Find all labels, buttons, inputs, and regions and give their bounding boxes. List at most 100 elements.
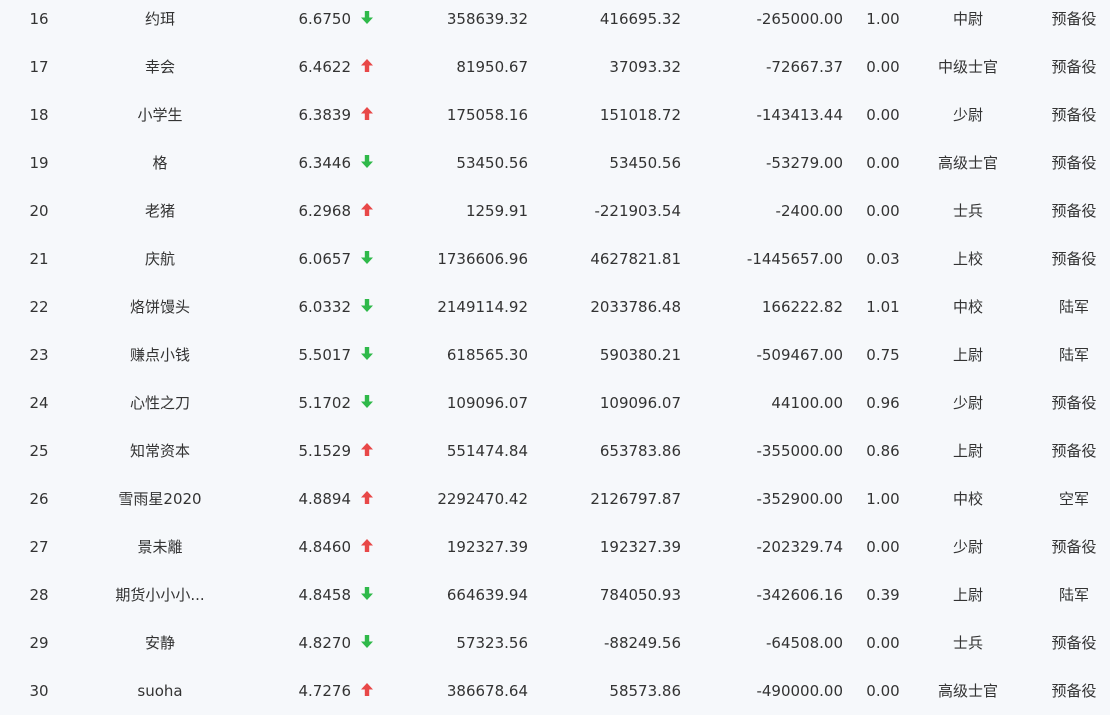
rank-cell: 26 [29, 490, 49, 508]
value1-cell: 358639.32 [446, 10, 528, 28]
value1-cell: 81950.67 [456, 58, 528, 76]
value1-cell: 192327.39 [446, 538, 528, 556]
value1-cell: 175058.16 [446, 106, 528, 124]
ratio-cell: 0.00 [866, 538, 900, 556]
value2-cell: 653783.86 [599, 442, 681, 460]
value3-cell: -342606.16 [756, 586, 843, 604]
military-rank-cell: 中校 [952, 490, 983, 508]
table-row[interactable]: 30 suoha 4.7276 386678.64 58573.86 -490000.00… [0, 667, 1110, 715]
trader-name-cell: suoha [137, 682, 183, 700]
ratio-cell: 0.03 [866, 250, 900, 268]
value2-cell: 590380.21 [599, 346, 681, 364]
military-rank-cell: 中级士官 [937, 58, 998, 76]
trader-name-cell: 烙饼馒头 [129, 298, 190, 316]
score-cell: 4.8458 [298, 586, 352, 604]
value2-cell: 4627821.81 [590, 250, 681, 268]
trader-name-cell: 小学生 [137, 106, 183, 124]
trader-name-cell: 约珥 [144, 10, 175, 28]
rank-cell: 24 [29, 394, 49, 412]
ratio-cell: 0.86 [866, 442, 900, 460]
score-cell: 4.8894 [298, 490, 352, 508]
arrow-down-icon [360, 619, 378, 667]
arrow-up-icon [360, 667, 378, 715]
military-rank-cell: 高级士官 [937, 682, 998, 700]
table-row[interactable]: 26 雪雨星2020 4.8894 2292470.42 2126797.87 -3529… [0, 475, 1110, 523]
branch-cell: 预备役 [1051, 58, 1097, 76]
trader-name-cell: 知常资本 [129, 442, 190, 460]
military-rank-cell: 士兵 [952, 634, 983, 652]
ratio-cell: 0.00 [866, 106, 900, 124]
branch-cell: 陆军 [1058, 586, 1089, 604]
score-cell: 6.0332 [298, 298, 352, 316]
value1-cell: 551474.84 [446, 442, 528, 460]
table-row[interactable]: 16 约珥 6.6750 358639.32 416695.32 -265000.00 1.… [0, 0, 1110, 43]
table-row[interactable]: 20 老猪 6.2968 1259.91 -221903.54 -2400.00 0.00 士… [0, 187, 1110, 235]
value3-cell: -72667.37 [766, 58, 843, 76]
table-row[interactable]: 22 烙饼馒头 6.0332 2149114.92 2033786.48 166222.8… [0, 283, 1110, 331]
value3-cell: -352900.00 [756, 490, 843, 508]
ratio-cell: 1.00 [866, 10, 900, 28]
arrow-up-icon [360, 427, 378, 475]
score-cell: 6.6750 [298, 10, 352, 28]
military-rank-cell: 少尉 [952, 106, 983, 124]
value2-cell: 58573.86 [609, 682, 681, 700]
branch-cell: 预备役 [1051, 10, 1097, 28]
table-row[interactable]: 25 知常资本 5.1529 551474.84 653783.86 -355000.00… [0, 427, 1110, 475]
table-row[interactable]: 19 格 6.3446 53450.56 53450.56 -53279.00 0.00 高级… [0, 139, 1110, 187]
military-rank-cell: 少尉 [952, 394, 983, 412]
value1-cell: 109096.07 [446, 394, 528, 412]
table-row[interactable]: 23 赚点小钱 5.5017 618565.30 590380.21 -509467.00… [0, 331, 1110, 379]
military-rank-cell: 士兵 [952, 202, 983, 220]
value1-cell: 664639.94 [446, 586, 528, 604]
score-cell: 6.4622 [298, 58, 352, 76]
arrow-down-icon [360, 331, 378, 379]
rank-cell: 18 [29, 106, 49, 124]
trader-name-cell: 心性之刀 [129, 394, 190, 412]
value3-cell: -64508.00 [766, 634, 843, 652]
value2-cell: -88249.56 [604, 634, 681, 652]
score-cell: 6.2968 [298, 202, 352, 220]
table-row[interactable]: 29 安静 4.8270 57323.56 -88249.56 -64508.00 0.00… [0, 619, 1110, 667]
value3-cell: -202329.74 [756, 538, 843, 556]
table-row[interactable]: 24 心性之刀 5.1702 109096.07 109096.07 44100.00 0.… [0, 379, 1110, 427]
value3-cell: -265000.00 [756, 10, 843, 28]
ratio-cell: 0.00 [866, 202, 900, 220]
ratio-cell: 0.00 [866, 634, 900, 652]
value2-cell: 784050.93 [599, 586, 681, 604]
trader-name-cell: 雪雨星2020 [118, 490, 202, 508]
ranking-table: 16 约珥 6.6750 358639.32 416695.32 -265000.00 1.… [0, 0, 1110, 715]
branch-cell: 预备役 [1051, 154, 1097, 172]
value3-cell: -143413.44 [756, 106, 843, 124]
value2-cell: 2033786.48 [590, 298, 681, 316]
value3-cell: -490000.00 [756, 682, 843, 700]
arrow-down-icon [360, 139, 378, 187]
military-rank-cell: 上校 [952, 250, 983, 268]
value3-cell: 166222.82 [761, 298, 843, 316]
ratio-cell: 0.00 [866, 154, 900, 172]
value2-cell: 192327.39 [599, 538, 681, 556]
arrow-down-icon [360, 235, 378, 283]
value2-cell: 37093.32 [609, 58, 681, 76]
table-row[interactable]: 21 庆航 6.0657 1736606.96 4627821.81 -1445657.0… [0, 235, 1110, 283]
branch-cell: 预备役 [1051, 682, 1097, 700]
value1-cell: 2292470.42 [437, 490, 528, 508]
arrow-up-icon [360, 91, 378, 139]
rank-cell: 27 [29, 538, 49, 556]
military-rank-cell: 上尉 [952, 346, 983, 364]
score-cell: 6.3446 [298, 154, 352, 172]
ratio-cell: 1.01 [866, 298, 900, 316]
value1-cell: 2149114.92 [437, 298, 528, 316]
table-row[interactable]: 18 小学生 6.3839 175058.16 151018.72 -143413.44 0… [0, 91, 1110, 139]
rank-cell: 22 [29, 298, 49, 316]
value1-cell: 1259.91 [465, 202, 528, 220]
score-cell: 5.5017 [298, 346, 352, 364]
military-rank-cell: 上尉 [952, 586, 983, 604]
score-cell: 5.1529 [298, 442, 352, 460]
table-row[interactable]: 17 幸会 6.4622 81950.67 37093.32 -72667.37 0.00 中… [0, 43, 1110, 91]
rank-cell: 29 [29, 634, 49, 652]
branch-cell: 预备役 [1051, 250, 1097, 268]
table-row[interactable]: 28 期货小小小... 4.8458 664639.94 784050.93 -34260… [0, 571, 1110, 619]
table-row[interactable]: 27 景未離 4.8460 192327.39 192327.39 -202329.74 0… [0, 523, 1110, 571]
score-cell: 6.3839 [298, 106, 352, 124]
rank-cell: 20 [29, 202, 49, 220]
